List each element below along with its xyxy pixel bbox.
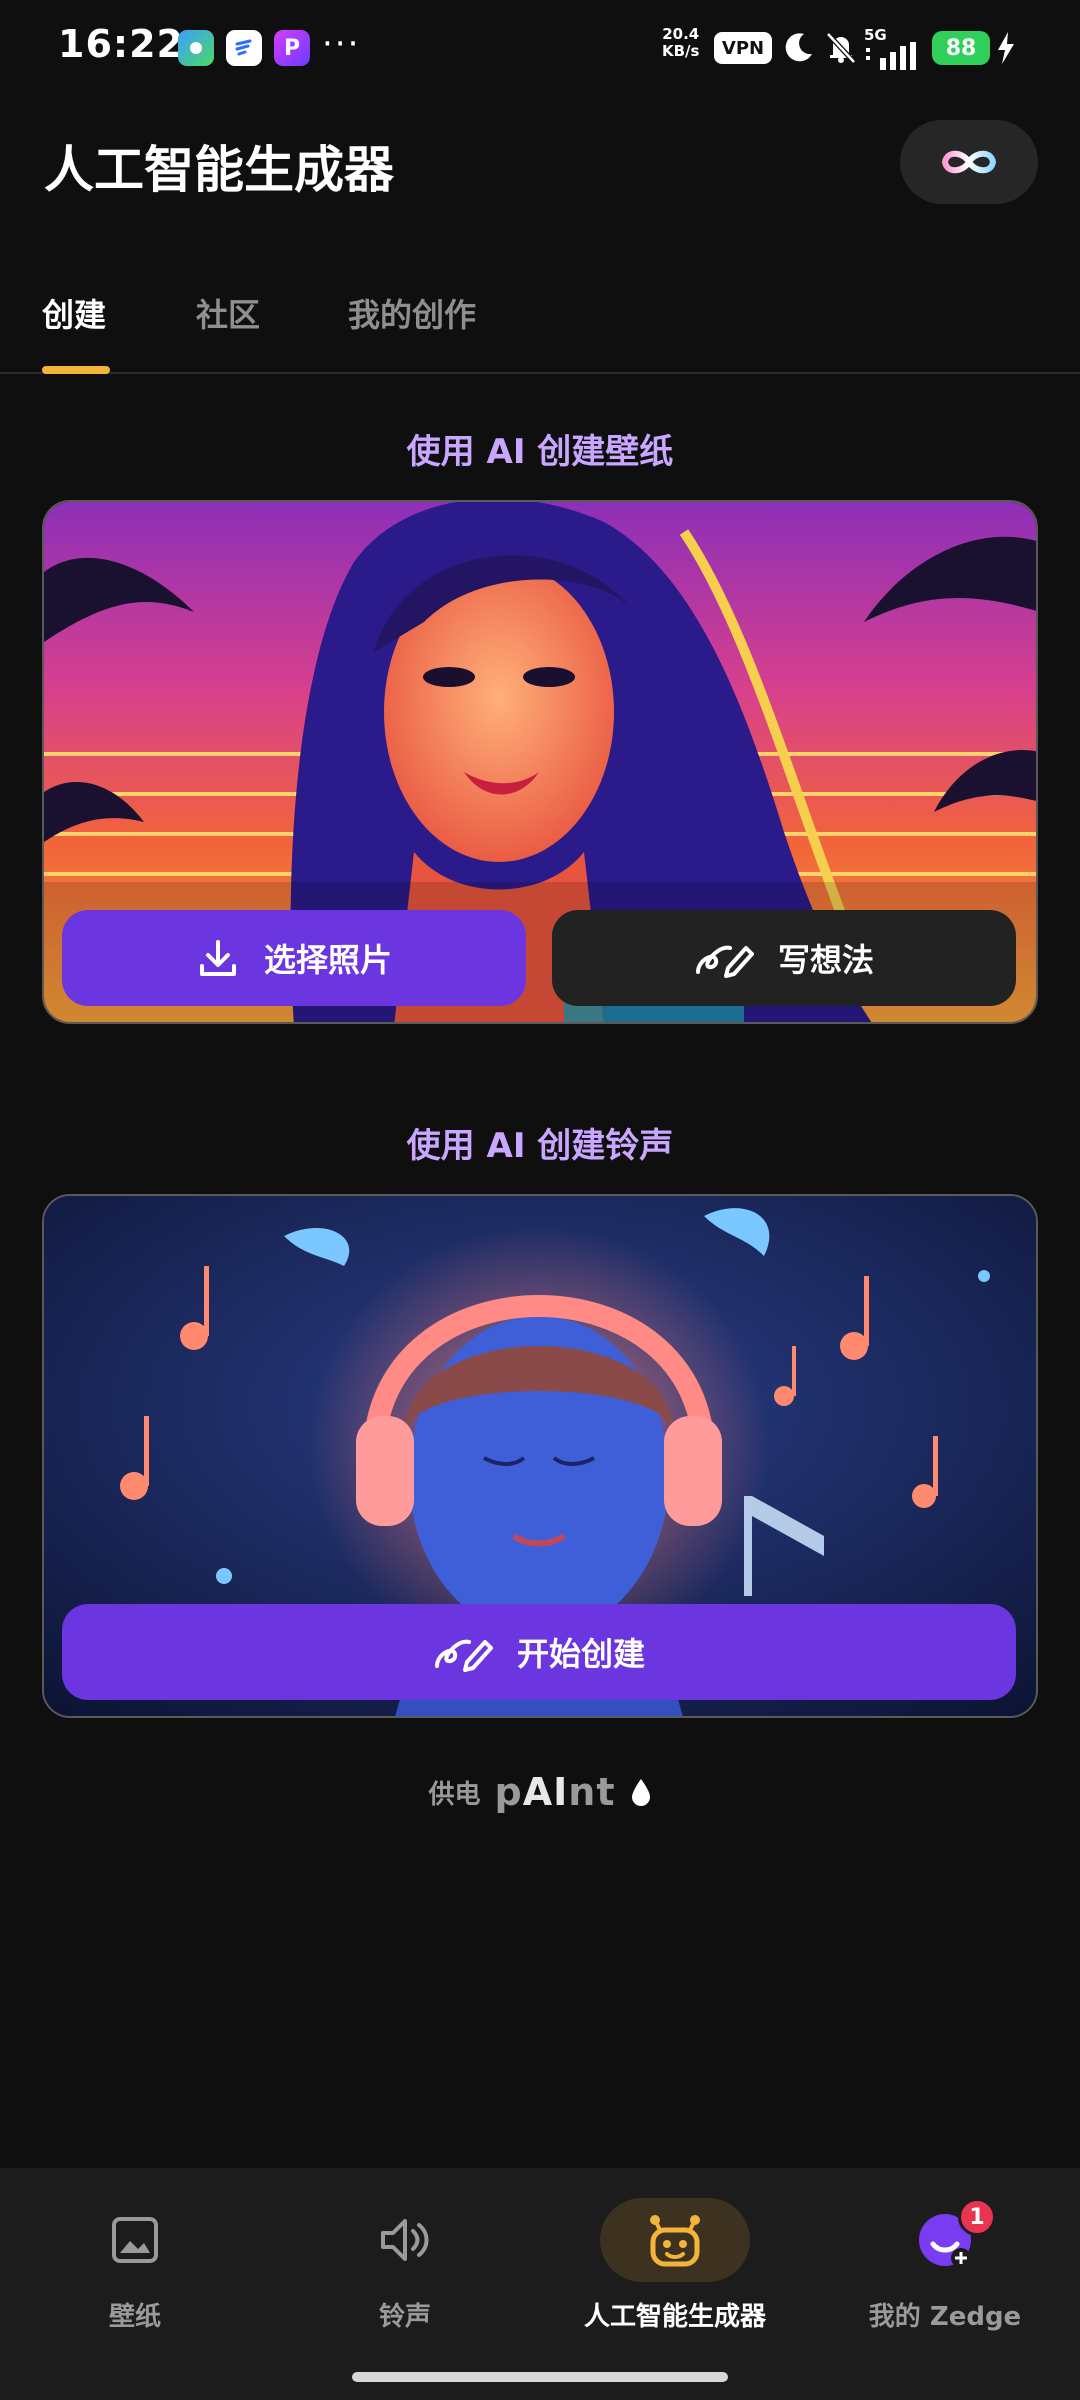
- charging-icon: [998, 32, 1014, 64]
- bottom-navigation: 壁纸 铃声 人工智能生成器 1 我的 Zedge: [0, 2168, 1080, 2400]
- write-idea-label: 写想法: [777, 941, 874, 979]
- nav-wallpapers-label: 壁纸: [108, 2302, 161, 2332]
- nav-ai-generator[interactable]: 人工智能生成器: [540, 2198, 810, 2348]
- ringtone-card: 开始创建: [42, 1194, 1038, 1718]
- vpn-badge: VPN: [714, 32, 772, 64]
- nav-my-zedge-label: 我的 Zedge: [868, 2302, 1022, 2332]
- powered-by-line: 供电 pAInt: [0, 1770, 1080, 1814]
- p-app-icon: P: [274, 30, 310, 66]
- infinity-icon: [942, 150, 996, 174]
- image-icon: [112, 2217, 158, 2263]
- status-bar: 16:22 P ··· 20.4 KB/s VPN 5G 88: [0, 0, 1080, 100]
- nav-ai-generator-label: 人工智能生成器: [583, 2302, 766, 2332]
- app-notification-icon: [178, 30, 214, 66]
- network-speed: 20.4 KB/s: [662, 25, 700, 60]
- paint-brand-logo: pAInt: [494, 1770, 616, 1814]
- tab-community[interactable]: 社区: [196, 290, 260, 336]
- flag-app-icon: [226, 30, 262, 66]
- write-idea-button[interactable]: 写想法: [552, 910, 1016, 1006]
- nav-ringtones-label: 铃声: [378, 2302, 431, 2332]
- cellular-signal-icon: 5G: [864, 26, 924, 70]
- drop-icon: [631, 1779, 650, 1806]
- pencil-scribble-icon: [694, 938, 754, 978]
- pencil-scribble-icon: [433, 1632, 493, 1672]
- select-photo-button[interactable]: 选择照片: [62, 910, 526, 1006]
- download-icon: [196, 936, 240, 980]
- nav-my-zedge[interactable]: 1 我的 Zedge: [810, 2198, 1080, 2348]
- select-photo-label: 选择照片: [263, 941, 392, 979]
- notification-badge: 1: [958, 2198, 996, 2236]
- tab-bar: 创建 社区 我的创作: [0, 270, 1080, 374]
- page-title: 人工智能生成器: [44, 141, 394, 199]
- ringtone-section-heading: 使用 AI 创建铃声: [406, 1126, 674, 1166]
- tab-create[interactable]: 创建: [42, 290, 106, 336]
- status-time: 16:22: [58, 22, 184, 66]
- nav-wallpapers[interactable]: 壁纸: [0, 2198, 270, 2348]
- start-create-label: 开始创建: [516, 1635, 645, 1673]
- moon-icon: [785, 33, 812, 62]
- tab-active-indicator: [42, 366, 110, 374]
- home-indicator[interactable]: [352, 2372, 728, 2382]
- infinity-button[interactable]: [900, 120, 1038, 204]
- powered-by-prefix: 供电: [428, 1779, 481, 1810]
- speaker-icon: [381, 2219, 429, 2261]
- nav-ringtones[interactable]: 铃声: [270, 2198, 540, 2348]
- mute-bell-icon: [826, 32, 856, 64]
- wallpaper-section-heading: 使用 AI 创建壁纸: [406, 432, 674, 472]
- robot-icon: [650, 2215, 700, 2267]
- wallpaper-card: 选择照片 写想法: [42, 500, 1038, 1024]
- more-notifications-icon: ···: [322, 24, 361, 64]
- tab-my-creations[interactable]: 我的创作: [348, 290, 476, 336]
- battery-indicator: 88: [932, 31, 990, 65]
- start-create-button[interactable]: 开始创建: [62, 1604, 1016, 1700]
